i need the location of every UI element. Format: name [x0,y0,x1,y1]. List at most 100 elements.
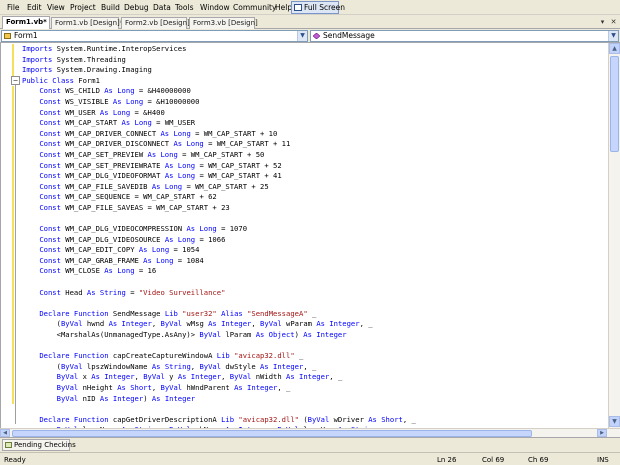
code-token: <MarshalAs(UnmanagedType.AsAny)> [22,330,200,340]
code-token: Const [39,160,66,170]
scroll-up-icon[interactable]: ▲ [609,43,620,54]
code-token: , [151,319,161,329]
code-token: ByVal [199,361,226,371]
horizontal-scroll-thumb[interactable] [12,430,532,437]
code-token: = WM_CAP_START + 62 [134,192,217,202]
code-line: Const WM_CAP_EDIT_COPY As Long = 1054 [22,245,416,256]
code-token: "avicap32.dll" [234,351,299,361]
change-marker [12,86,14,404]
menu-build[interactable]: Build [100,2,121,13]
full-screen-icon [294,4,302,11]
code-token: ( [22,319,61,329]
tab-list-dropdown-icon[interactable]: ▾ [598,17,607,27]
code-token: As Long [151,181,187,191]
code-token: WM_CAP_DLG_VIDEOCOMPRESSION [65,224,187,234]
code-line: (ByVal lpszWindowName As String, ByVal d… [22,362,416,373]
code-token: , _ [303,361,317,371]
menu-debug[interactable]: Debug [123,2,150,13]
code-token: WM_CAP_DRIVER_CONNECT [65,128,161,138]
menu-data[interactable]: Data [152,2,172,13]
status-text: Ready [4,456,26,464]
tab-form1-design[interactable]: Form1.vb [Design]* [51,17,123,29]
scroll-left-icon[interactable]: ◀ [0,429,10,437]
code-token: ByVal [260,319,287,329]
scroll-right-icon[interactable]: ▶ [597,429,607,437]
status-char: Ch 69 [528,456,549,464]
menu-edit[interactable]: Edit [26,2,43,13]
code-token: Public Class [22,75,79,85]
code-token: ByVal [56,393,83,403]
scroll-down-icon[interactable]: ▼ [609,416,620,427]
code-token: As Long [186,224,222,234]
code-line: Const WM_CLOSE As Long = 16 [22,266,416,277]
tab-form2-design[interactable]: Form2.vb [Design] [121,17,190,29]
code-token: , _ [402,414,416,424]
code-line: Imports System.Drawing.Imaging [22,65,416,76]
code-token: As Long [147,149,183,159]
method-name-combo[interactable]: SendMessage ▼ [310,30,619,42]
code-token: As Long [121,118,157,128]
code-line: Imports System.Threading [22,55,416,66]
menu-project[interactable]: Project [69,2,97,13]
collapse-region-icon[interactable]: − [11,76,20,85]
tab-form1-vb[interactable]: Form1.vb* [2,16,50,29]
menu-bar: File Edit View Project Build Debug Data … [0,0,620,15]
class-name-combo[interactable]: Form1 ▼ [1,30,308,42]
code-token: ByVal [56,372,83,382]
code-token: Declare Function [39,414,113,424]
class-icon [4,33,11,39]
code-line: Const WM_CAP_FILE_SAVEAS = WM_CAP_START … [22,203,416,214]
menu-view[interactable]: View [46,2,66,13]
code-token: Const [39,224,66,234]
code-line: Const WM_USER As Long = &H400 [22,108,416,119]
code-token: WM_CAP_FILE_SAVEAS [65,202,148,212]
code-token: = WM_CAP_START + 11 [208,139,291,149]
menu-community[interactable]: Community [232,2,277,13]
code-token: = WM_CAP_START + 41 [199,171,282,181]
code-token: , [251,319,261,329]
code-token: Declare Function [39,308,113,318]
code-token: Const [39,245,66,255]
full-screen-button[interactable]: Full Screen [291,1,345,14]
code-token: Imports [22,54,57,64]
tab-label: Form3.vb [Design] [193,19,258,27]
code-token: lpszWindowName [86,361,152,371]
code-editor[interactable]: − Imports System.Runtime.InteropServices… [0,43,608,428]
close-document-icon[interactable]: ✕ [609,17,618,27]
code-token: = &H400 [134,107,165,117]
code-token: capGetDriverDescriptionA [112,414,222,424]
code-token: Declare Function [39,351,113,361]
code-token: Alias [221,308,248,318]
tab-label: Form1.vb* [6,18,47,26]
code-token: = WM_CAP_START + 52 [199,160,282,170]
menu-file[interactable]: File [6,2,21,13]
code-token: Const [39,255,66,265]
code-token: As Integer [316,319,360,329]
pending-checkins-tab[interactable]: Pending Checkins [2,439,76,451]
change-marker [12,44,14,76]
horizontal-scrollbar[interactable]: ◀ ▶ [0,428,620,437]
code-token: WM_CAP_DLG_VIDEOFORMAT [65,171,165,181]
code-token: Const [39,86,66,96]
menu-window[interactable]: Window [199,2,231,13]
code-token: , _ [277,383,291,392]
menu-tools[interactable]: Tools [174,2,194,13]
tab-form3-design[interactable]: Form3.vb [Design] [189,17,258,29]
code-token: , [134,372,144,382]
code-line: Public Class Form1 [22,76,416,87]
vertical-scrollbar[interactable]: ▲ ▼ [608,43,620,428]
code-token: = WM_CAP_START + 23 [147,202,230,212]
pending-checkins-icon [5,442,12,448]
vertical-scroll-thumb[interactable] [610,56,619,152]
